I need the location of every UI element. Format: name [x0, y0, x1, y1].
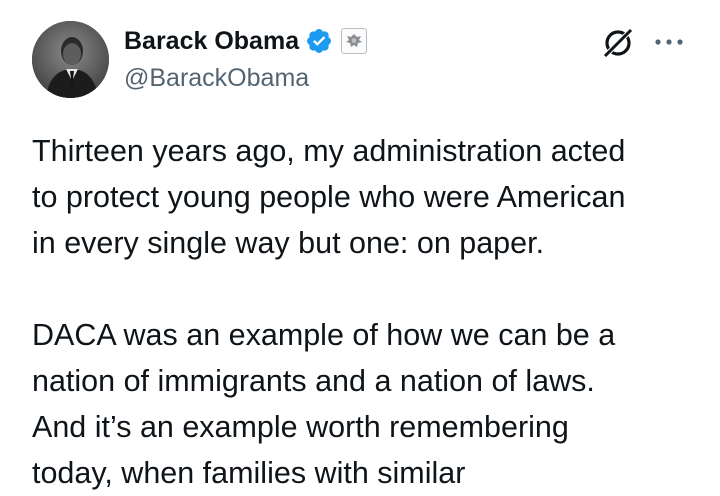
more-options-icon[interactable]	[652, 30, 688, 54]
tweet-text-line: today, when families with similar	[32, 456, 466, 490]
verified-badge-icon[interactable]	[305, 27, 333, 55]
tweet-text-line: Thirteen years ago, my administration ac…	[32, 134, 626, 168]
tweet-text-line: nation of immigrants and a nation of law…	[32, 364, 595, 398]
tweet-text: Thirteen years ago, my administration ac…	[32, 128, 702, 496]
tweet-text-line: in every single way but one: on paper.	[32, 226, 545, 260]
tweet-text-line: to protect young people who were America…	[32, 180, 626, 214]
author-display-name[interactable]: Barack Obama	[124, 27, 299, 56]
tweet-card: Barack Obama @BarackObama Thirteen years…	[0, 0, 720, 491]
grok-icon[interactable]	[600, 25, 636, 61]
government-seal-icon[interactable]	[341, 28, 368, 54]
avatar[interactable]	[32, 21, 109, 98]
tweet-text-line: And it’s an example worth remembering	[32, 410, 569, 444]
tweet-text-line: DACA was an example of how we can be a	[32, 318, 616, 352]
author-handle[interactable]: @BarackObama	[124, 64, 309, 93]
author-name-row: Barack Obama	[124, 24, 368, 58]
